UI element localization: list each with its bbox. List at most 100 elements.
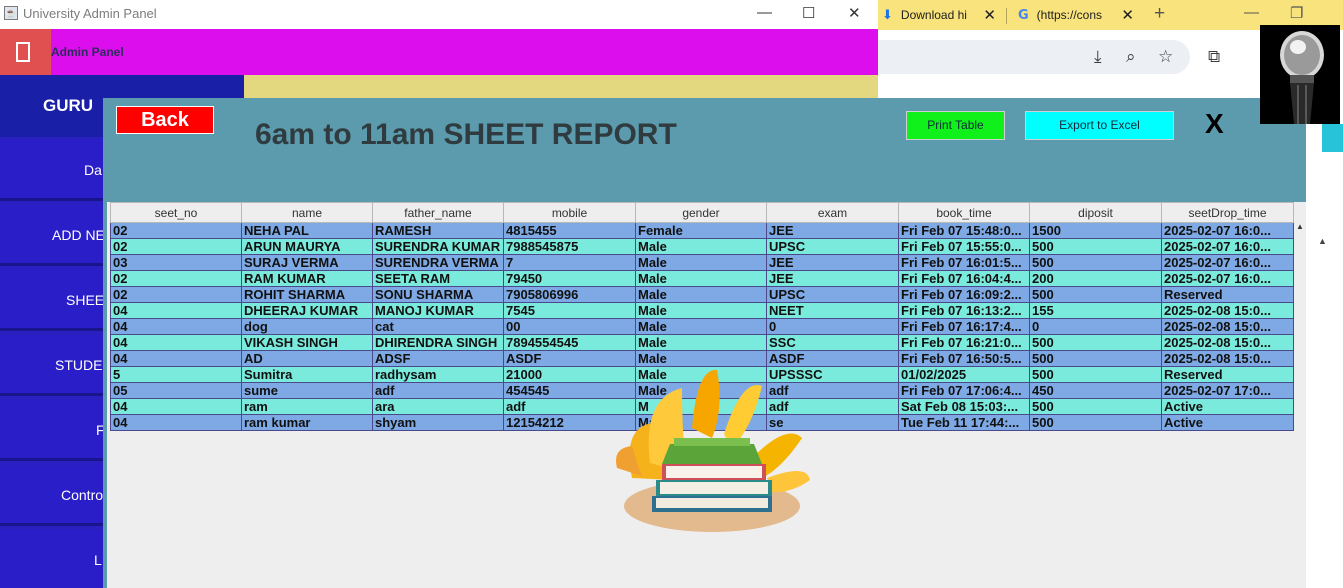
- column-header-diposit[interactable]: diposit: [1029, 202, 1162, 223]
- table-cell[interactable]: ASDF: [503, 350, 636, 367]
- table-cell[interactable]: JEE: [766, 222, 899, 239]
- table-row[interactable]: 02 ARUN MAURYA SURENDRA KUMAR 7988545875 Mal…: [110, 238, 1294, 255]
- table-cell[interactable]: Fri Feb 07 16:17:4...: [898, 318, 1030, 335]
- table-cell[interactable]: Active: [1161, 398, 1294, 415]
- table-cell[interactable]: Fri Feb 07 16:09:2...: [898, 286, 1030, 303]
- browser-tab-download[interactable]: ⬇ Download hi ✕: [878, 2, 1000, 28]
- table-row[interactable]: 03 SURAJ VERMA SURENDRA VERMA 7 Male JEE Fri F…: [110, 254, 1294, 271]
- table-cell[interactable]: 7894554545: [503, 334, 636, 351]
- table-cell[interactable]: 04: [110, 414, 242, 431]
- table-cell[interactable]: 7905806996: [503, 286, 636, 303]
- column-header-seetdrop-time[interactable]: seetDrop_time: [1161, 202, 1294, 223]
- table-cell[interactable]: 2025-02-07 16:0...: [1161, 238, 1294, 255]
- table-cell[interactable]: Fri Feb 07 16:50:5...: [898, 350, 1030, 367]
- table-cell[interactable]: 00: [503, 318, 636, 335]
- table-cell[interactable]: 5: [110, 366, 242, 383]
- restore-icon[interactable]: ❐: [1290, 4, 1303, 22]
- table-cell[interactable]: 0: [1029, 318, 1162, 335]
- table-cell[interactable]: Tue Feb 11 17:44:...: [898, 414, 1030, 431]
- table-cell[interactable]: JEE: [766, 270, 899, 287]
- table-row[interactable]: 04 DHEERAJ KUMAR MANOJ KUMAR 7545 Male NEET Fr…: [110, 302, 1294, 319]
- table-cell[interactable]: 7988545875: [503, 238, 636, 255]
- table-cell[interactable]: AD: [241, 350, 373, 367]
- table-cell[interactable]: Male: [635, 334, 767, 351]
- table-cell[interactable]: dog: [241, 318, 373, 335]
- table-cell[interactable]: 2025-02-08 15:0...: [1161, 318, 1294, 335]
- table-cell[interactable]: 2025-02-07 16:0...: [1161, 254, 1294, 271]
- column-header-name[interactable]: name: [241, 202, 373, 223]
- table-cell[interactable]: sume: [241, 382, 373, 399]
- table-cell[interactable]: RAMESH: [372, 222, 504, 239]
- column-header-book-time[interactable]: book_time: [898, 202, 1030, 223]
- table-cell[interactable]: MANOJ KUMAR: [372, 302, 504, 319]
- table-cell[interactable]: 03: [110, 254, 242, 271]
- table-cell[interactable]: SURAJ VERMA: [241, 254, 373, 271]
- column-header-father-name[interactable]: father_name: [372, 202, 504, 223]
- table-cell[interactable]: Sat Feb 08 15:03:...: [898, 398, 1030, 415]
- table-cell[interactable]: 500: [1029, 238, 1162, 255]
- browser-tab-google[interactable]: G (https://cons ✕: [1010, 2, 1138, 28]
- column-header-mobile[interactable]: mobile: [503, 202, 636, 223]
- back-button[interactable]: Back: [116, 106, 214, 134]
- table-cell[interactable]: 01/02/2025: [898, 366, 1030, 383]
- table-cell[interactable]: 02: [110, 286, 242, 303]
- table-cell[interactable]: ADSF: [372, 350, 504, 367]
- table-cell[interactable]: Fri Feb 07 16:21:0...: [898, 334, 1030, 351]
- table-cell[interactable]: NEET: [766, 302, 899, 319]
- table-cell[interactable]: Male: [635, 238, 767, 255]
- close-icon[interactable]: ✕: [848, 4, 861, 22]
- minimize-icon[interactable]: —: [1244, 4, 1259, 21]
- extensions-icon[interactable]: ⧉: [1208, 47, 1220, 67]
- table-cell[interactable]: 500: [1029, 334, 1162, 351]
- table-row[interactable]: 02 RAM KUMAR SEETA RAM 79450 Male JEE Fri Feb …: [110, 270, 1294, 287]
- table-cell[interactable]: 500: [1029, 350, 1162, 367]
- table-cell[interactable]: 04: [110, 318, 242, 335]
- table-cell[interactable]: 4815455: [503, 222, 636, 239]
- table-cell[interactable]: 2025-02-07 16:0...: [1161, 270, 1294, 287]
- table-cell[interactable]: Male: [635, 318, 767, 335]
- print-table-button[interactable]: Print Table: [906, 111, 1005, 140]
- table-cell[interactable]: 500: [1029, 366, 1162, 383]
- table-cell[interactable]: Male: [635, 302, 767, 319]
- bookmark-star-icon[interactable]: ☆: [1158, 47, 1173, 67]
- table-cell[interactable]: DHIRENDRA SINGH: [372, 334, 504, 351]
- table-cell[interactable]: VIKASH SINGH: [241, 334, 373, 351]
- table-row[interactable]: 04 AD ADSF ASDF Male ASDF Fri Feb 07 16:50:5..…: [110, 350, 1294, 367]
- column-header-exam[interactable]: exam: [766, 202, 899, 223]
- table-cell[interactable]: 2025-02-08 15:0...: [1161, 302, 1294, 319]
- column-header-gender[interactable]: gender: [635, 202, 767, 223]
- table-cell[interactable]: 02: [110, 222, 242, 239]
- table-row[interactable]: 04 VIKASH SINGH DHIRENDRA SINGH 7894554545 M…: [110, 334, 1294, 351]
- table-cell[interactable]: 200: [1029, 270, 1162, 287]
- table-cell[interactable]: 7545: [503, 302, 636, 319]
- table-cell[interactable]: 155: [1029, 302, 1162, 319]
- table-cell[interactable]: ARUN MAURYA: [241, 238, 373, 255]
- table-cell[interactable]: NEHA PAL: [241, 222, 373, 239]
- table-cell[interactable]: JEE: [766, 254, 899, 271]
- table-cell[interactable]: Male: [635, 270, 767, 287]
- table-cell[interactable]: 0: [766, 318, 899, 335]
- table-cell[interactable]: 02: [110, 238, 242, 255]
- table-cell[interactable]: 500: [1029, 286, 1162, 303]
- table-cell[interactable]: ram kumar: [241, 414, 373, 431]
- table-cell[interactable]: Male: [635, 350, 767, 367]
- table-cell[interactable]: ara: [372, 398, 504, 415]
- zoom-icon[interactable]: ⌕: [1126, 47, 1136, 67]
- table-cell[interactable]: Male: [635, 286, 767, 303]
- table-cell[interactable]: Male: [635, 254, 767, 271]
- table-cell[interactable]: cat: [372, 318, 504, 335]
- table-cell[interactable]: 1500: [1029, 222, 1162, 239]
- table-cell[interactable]: Reserved: [1161, 366, 1294, 383]
- table-cell[interactable]: ASDF: [766, 350, 899, 367]
- table-cell[interactable]: DHEERAJ KUMAR: [241, 302, 373, 319]
- table-cell[interactable]: RAM KUMAR: [241, 270, 373, 287]
- table-cell[interactable]: radhysam: [372, 366, 504, 383]
- table-cell[interactable]: adf: [372, 382, 504, 399]
- table-cell[interactable]: SURENDRA VERMA: [372, 254, 504, 271]
- table-cell[interactable]: 500: [1029, 414, 1162, 431]
- table-cell[interactable]: 500: [1029, 398, 1162, 415]
- table-cell[interactable]: 2025-02-08 15:0...: [1161, 334, 1294, 351]
- close-icon[interactable]: ✕: [983, 6, 996, 24]
- table-cell[interactable]: 7: [503, 254, 636, 271]
- table-cell[interactable]: SEETA RAM: [372, 270, 504, 287]
